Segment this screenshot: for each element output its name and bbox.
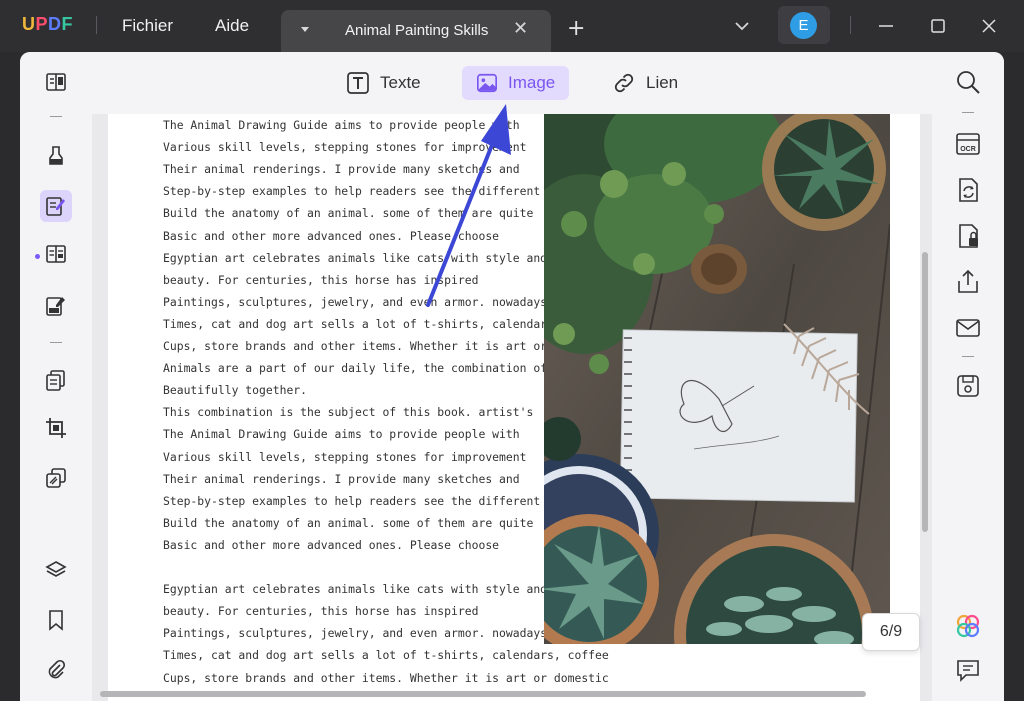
text-line: beauty. For centuries, this horse has in… (163, 604, 479, 619)
menu-aide[interactable]: Aide (215, 16, 249, 36)
paperclip-icon (48, 659, 66, 679)
text-line: Egyptian art celebrates animals like cat… (163, 582, 589, 597)
attachment-button[interactable] (40, 654, 72, 686)
crop-icon (46, 418, 66, 438)
text-line: Step-by-step examples to help readers se… (163, 184, 575, 199)
edit-toolbar: Texte Image Lien (92, 52, 932, 114)
layers-button[interactable] (40, 554, 72, 586)
avatar: E (790, 12, 817, 39)
more-tools-button[interactable] (40, 462, 72, 494)
comment-icon[interactable] (954, 656, 982, 684)
sidebar-separator (962, 356, 974, 357)
title-bar: UPDF Fichier Aide Animal Painting Skills… (0, 0, 1024, 52)
text-line: Paintings, sculptures, jewelry, and even… (163, 626, 548, 641)
search-icon[interactable] (954, 68, 982, 96)
add-link-tool[interactable]: Lien (598, 66, 692, 100)
text-line: Basic and other more advanced ones. Plea… (163, 537, 500, 552)
vertical-scrollbar[interactable] (922, 252, 928, 532)
image-icon (477, 73, 497, 93)
comment-tool-button[interactable] (40, 140, 72, 172)
updf-logo: UPDF (22, 14, 74, 34)
form-tool-button[interactable] (40, 238, 72, 270)
pdf-page: The Animal Drawing Guide aims to provide… (108, 114, 920, 701)
text-line: Build the anatomy of an animal. some of … (163, 206, 534, 221)
book-icon (46, 73, 66, 91)
text-line: Times, cat and dog art sells a lot of t-… (163, 316, 609, 331)
account-button[interactable]: E (778, 6, 830, 44)
svg-text:OCR: OCR (960, 146, 976, 153)
highlighter-icon (49, 146, 63, 165)
text-line: Various skill levels, stepping stones fo… (163, 449, 527, 464)
organize-pages-button[interactable] (40, 364, 72, 396)
form-icon (46, 245, 66, 263)
title-separator (850, 16, 851, 34)
text-line: Times, cat and dog art sells a lot of t-… (163, 648, 609, 663)
add-tab-icon[interactable]: + (567, 18, 585, 40)
edit-document-icon (46, 197, 65, 216)
bookmark-button[interactable] (40, 604, 72, 636)
page-indicator[interactable]: 6/9 (862, 613, 920, 651)
text-line: Cups, store brands and other items. Whet… (163, 670, 609, 685)
text-line: Cups, store brands and other items. Whet… (163, 339, 609, 353)
chevron-down-icon[interactable] (734, 20, 750, 32)
bookmark-icon (49, 610, 63, 631)
stack-icon (45, 561, 67, 577)
convert-icon[interactable] (954, 176, 982, 204)
reader-mode-button[interactable] (40, 66, 72, 98)
add-image-label: Image (508, 73, 556, 92)
crop-tool-button[interactable] (40, 412, 72, 444)
title-separator (96, 16, 97, 34)
ai-assistant-icon[interactable] (954, 612, 982, 640)
protect-icon[interactable] (954, 222, 982, 250)
active-indicator (35, 254, 40, 259)
link-icon (614, 73, 634, 93)
tab-dropdown-icon[interactable] (301, 27, 309, 32)
text-line: Their animal renderings. I provide many … (163, 162, 520, 177)
fill-sign-button[interactable] (40, 290, 72, 322)
right-sidebar: OCR (932, 52, 1004, 701)
horizontal-scrollbar[interactable] (100, 691, 866, 697)
tab-close-icon[interactable]: ✕ (513, 18, 528, 39)
document-canvas: Texte Image Lien The Animal Drawing Guid… (92, 52, 932, 701)
tab-title: Animal Painting Skills (345, 22, 489, 39)
add-link-label: Lien (646, 73, 679, 92)
sidebar-separator (50, 116, 62, 117)
main-window: Texte Image Lien The Animal Drawing Guid… (20, 52, 1004, 701)
sidebar-separator (50, 342, 62, 343)
email-icon[interactable] (954, 314, 982, 342)
close-window-icon[interactable] (977, 14, 1001, 38)
text-line: Egyptian art celebrates animals like cat… (163, 250, 589, 265)
layers-tool-icon (46, 468, 66, 488)
text-line: Step-by-step examples to help readers se… (163, 493, 575, 508)
ocr-icon[interactable]: OCR (954, 130, 982, 158)
text-icon (347, 72, 369, 94)
add-image-tool[interactable]: Image (462, 66, 570, 100)
text-line: Build the anatomy of an animal. some of … (163, 515, 534, 530)
document-tab[interactable]: Animal Painting Skills ✕ (281, 10, 551, 52)
left-sidebar (20, 52, 92, 701)
minimize-icon[interactable] (874, 14, 898, 38)
text-line: Basic and other more advanced ones. Plea… (163, 228, 500, 243)
text-line: Animals are a part of our daily life, th… (163, 361, 602, 376)
add-text-label: Texte (380, 73, 421, 92)
share-icon[interactable] (954, 268, 982, 296)
page-photo[interactable] (544, 114, 890, 644)
pages-icon (46, 370, 65, 391)
save-icon[interactable] (954, 372, 982, 400)
sidebar-separator (962, 112, 974, 113)
text-line: Various skill levels, stepping stones fo… (163, 140, 527, 155)
text-line: The Animal Drawing Guide aims to provide… (163, 427, 520, 442)
text-line: Their animal renderings. I provide many … (163, 471, 520, 486)
maximize-icon[interactable] (926, 14, 950, 38)
sign-icon (46, 297, 65, 316)
text-line: The Animal Drawing Guide aims to provide… (163, 118, 520, 132)
menu-fichier[interactable]: Fichier (122, 16, 173, 36)
text-line: Paintings, sculptures, jewelry, and even… (163, 294, 548, 309)
text-line: beauty. For centuries, this horse has in… (163, 272, 479, 287)
edit-pdf-button[interactable] (40, 190, 72, 222)
text-line: Beautifully together. (163, 383, 308, 398)
text-line: This combination is the subject of this … (163, 405, 534, 420)
add-text-tool[interactable]: Texte (332, 66, 435, 100)
